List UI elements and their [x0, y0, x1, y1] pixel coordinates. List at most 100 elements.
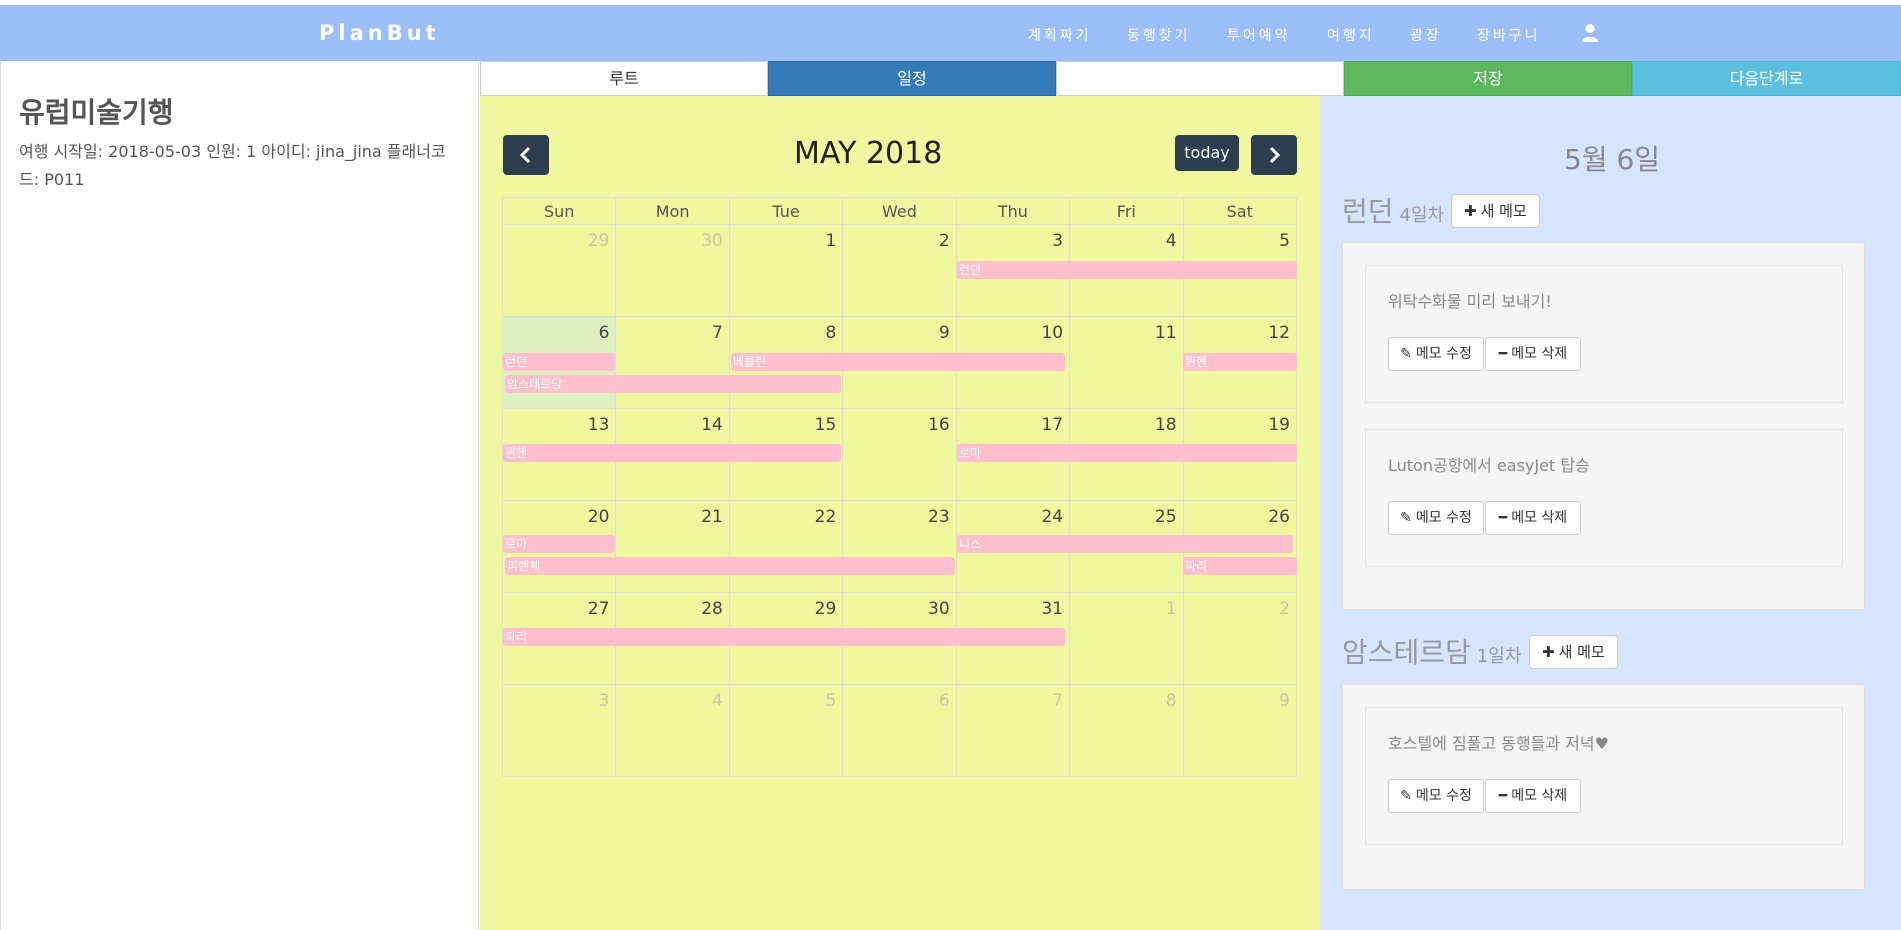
calendar-day[interactable]: 22: [728, 500, 844, 593]
tab-route[interactable]: 루트: [480, 61, 768, 96]
plus-icon: ✚: [1542, 643, 1555, 661]
delete-memo-button[interactable]: ━ 메모 삭제: [1485, 501, 1581, 535]
day-number: 28: [701, 599, 723, 619]
calendar-day[interactable]: 21: [615, 500, 730, 593]
day-number: 21: [701, 507, 723, 527]
delete-memo-label: 메모 삭제: [1511, 346, 1568, 362]
nav-item-destination[interactable]: 여행지: [1327, 25, 1375, 45]
edit-memo-button[interactable]: ✎ 메모 수정: [1388, 337, 1484, 371]
calendar-day[interactable]: 7: [615, 316, 730, 409]
delete-memo-button[interactable]: ━ 메모 삭제: [1485, 337, 1581, 371]
user-icon[interactable]: [1581, 23, 1599, 43]
edit-memo-label: 메모 수정: [1415, 788, 1472, 804]
calendar-day[interactable]: 23: [842, 500, 957, 593]
day-number: 4: [712, 691, 723, 711]
weekday-label: Wed: [842, 197, 957, 225]
nav-item-tour[interactable]: 투어예약: [1227, 25, 1291, 45]
calendar-grid: Sun Mon Tue Wed Thu Fri Sat 29 30 1 2 3 …: [502, 197, 1297, 777]
calendar-day[interactable]: 30: [615, 224, 730, 317]
day-number: 9: [1279, 691, 1290, 711]
day-number: 6: [938, 691, 950, 711]
day-number: 29: [587, 231, 610, 251]
edit-memo-button[interactable]: ✎ 메모 수정: [1388, 501, 1484, 535]
new-memo-button[interactable]: ✚ 새 메모: [1451, 194, 1540, 228]
day-number: 30: [701, 231, 723, 251]
new-memo-button[interactable]: ✚ 새 메모: [1529, 635, 1618, 669]
calendar-day[interactable]: 1: [1069, 592, 1184, 685]
day-number: 3: [598, 691, 610, 711]
trip-day-label: 4일차: [1399, 205, 1445, 226]
calendar-day[interactable]: 29: [502, 224, 617, 317]
memo-list: 위탁수화물 미리 보내기! ✎ 메모 수정 ━ 메모 삭제 Luton공항에서 ea…: [1342, 242, 1865, 610]
calendar-event[interactable]: 로마: [503, 535, 615, 553]
weekday-label: Tue: [728, 197, 844, 225]
calendar-day[interactable]: 3: [502, 684, 617, 777]
delete-memo-button[interactable]: ━ 메모 삭제: [1485, 779, 1581, 813]
calendar-event[interactable]: 뮌헨: [1183, 353, 1297, 371]
pencil-icon: ✎: [1400, 346, 1412, 362]
trip-details: 여행 시작일: 2018-05-03 인원: 1 아이디: jina_jina …: [19, 142, 446, 189]
day-number: 20: [587, 507, 610, 527]
calendar-week: 20 21 22 23 24 25 26 로마 니스 피렌체 파리: [502, 500, 1297, 593]
nav-item-plaza[interactable]: 광장: [1410, 25, 1442, 45]
prev-month-button[interactable]: [503, 135, 549, 175]
calendar-event[interactable]: 피렌체: [505, 557, 955, 575]
calendar-day[interactable]: 16: [842, 408, 957, 501]
memo-text: Luton공항에서 easyJet 탑승: [1388, 456, 1590, 475]
calendar-day[interactable]: 2: [842, 224, 957, 317]
calendar-event[interactable]: 니스: [957, 535, 1293, 553]
day-number: 17: [1041, 415, 1064, 435]
calendar-event[interactable]: 런던: [503, 353, 615, 371]
calendar-day[interactable]: 1: [728, 224, 844, 317]
calendar-event[interactable]: 파리: [1183, 557, 1297, 575]
calendar-event[interactable]: 로마: [957, 444, 1297, 462]
day-number: 12: [1268, 323, 1290, 343]
plus-icon: ✚: [1464, 202, 1477, 220]
calendar-day[interactable]: 2: [1182, 592, 1297, 685]
day-number: 14: [701, 415, 723, 435]
nav-item-plan[interactable]: 계획짜기: [1028, 25, 1092, 45]
trip-info-panel: 유럽미술기행 여행 시작일: 2018-05-03 인원: 1 아이디: jin…: [0, 61, 479, 930]
calendar-event[interactable]: 런던: [957, 261, 1297, 279]
day-number: 25: [1154, 507, 1177, 527]
day-number: 8: [825, 323, 837, 343]
day-number: 30: [928, 599, 950, 619]
new-memo-label: 새 메모: [1558, 643, 1605, 661]
weekday-label: Sun: [502, 197, 617, 225]
next-month-button[interactable]: [1251, 135, 1297, 175]
weekday-label: Thu: [955, 197, 1071, 225]
tab-schedule[interactable]: 일정: [768, 61, 1056, 96]
chevron-right-icon: [1269, 146, 1281, 164]
day-number: 18: [1154, 415, 1177, 435]
edit-memo-button[interactable]: ✎ 메모 수정: [1388, 779, 1484, 813]
calendar-event[interactable]: 파리: [503, 628, 1065, 646]
calendar-event[interactable]: 암스테르담: [505, 375, 841, 393]
calendar-day[interactable]: 4: [615, 684, 730, 777]
brand-logo[interactable]: PlanBut: [319, 21, 440, 45]
edit-memo-label: 메모 수정: [1415, 346, 1472, 362]
calendar-day[interactable]: 8: [1069, 684, 1184, 777]
calendar-day[interactable]: 7: [955, 684, 1071, 777]
memo-list: 호스텔에 짐풀고 동행들과 저녁♥ ✎ 메모 수정 ━ 메모 삭제: [1342, 684, 1865, 890]
calendar-week: 6 7 8 9 10 11 12 런던 베를린 뮌헨 암스테르담: [502, 316, 1297, 409]
calendar-event[interactable]: 뮌헨: [503, 444, 841, 462]
next-step-button[interactable]: 다음단계로: [1632, 61, 1901, 96]
calendar-day[interactable]: 9: [1182, 684, 1297, 777]
city-name: 암스테르담: [1342, 636, 1471, 669]
calendar-day[interactable]: 11: [1069, 316, 1184, 409]
memo-card: Luton공항에서 easyJet 탑승 ✎ 메모 수정 ━ 메모 삭제: [1365, 429, 1843, 567]
today-button[interactable]: today: [1175, 135, 1239, 171]
day-number: 2: [938, 231, 950, 251]
delete-memo-label: 메모 삭제: [1511, 510, 1568, 526]
save-button[interactable]: 저장: [1344, 61, 1632, 96]
top-navbar: PlanBut 계획짜기 동행찾기 투어예약 여행지 광장 장바구니: [0, 5, 1901, 61]
day-number: 5: [1279, 231, 1290, 251]
day-number: 13: [587, 415, 610, 435]
nav-item-cart[interactable]: 장바구니: [1477, 25, 1541, 45]
calendar-day[interactable]: 6: [842, 684, 957, 777]
calendar-event[interactable]: 베를린: [731, 353, 1065, 371]
nav-item-companion[interactable]: 동행찾기: [1127, 25, 1191, 45]
calendar-day[interactable]: 5: [728, 684, 844, 777]
new-memo-label: 새 메모: [1480, 202, 1527, 220]
day-number: 4: [1165, 231, 1177, 251]
